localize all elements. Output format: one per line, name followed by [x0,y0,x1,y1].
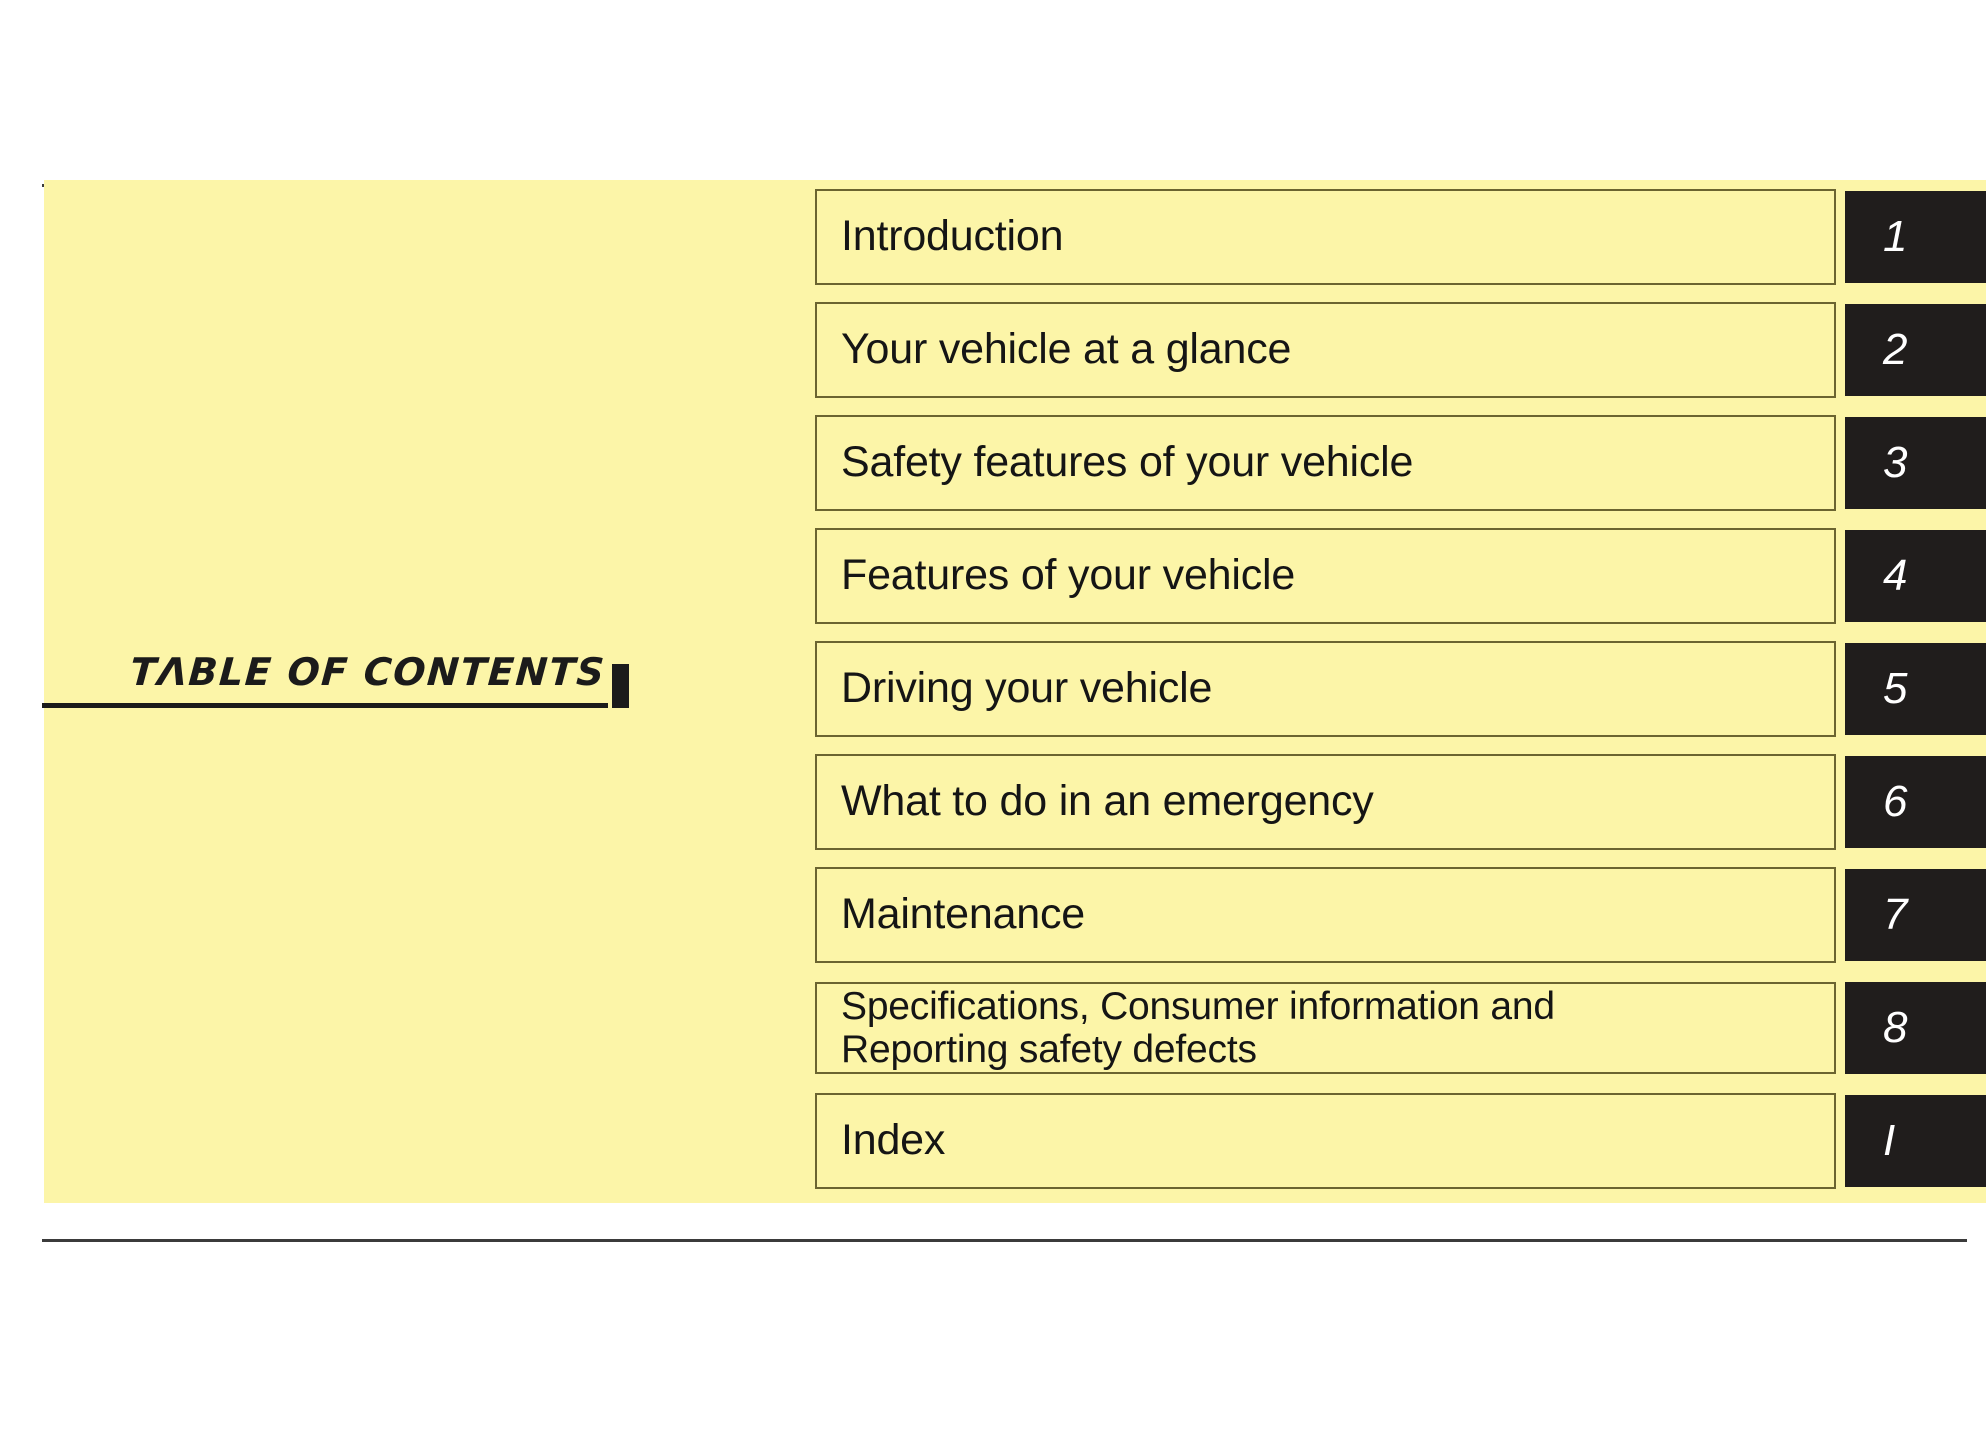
toc-entry-row: Driving your vehicle [815,632,1836,745]
toc-entry-row: Maintenance [815,858,1836,971]
toc-entry-label: Specifications, Consumer information and… [841,985,1555,1071]
toc-tab-row: 7 [1845,858,1986,971]
toc-tab-5[interactable]: 5 [1845,642,1986,735]
toc-entry-row: Your vehicle at a glance [815,293,1836,406]
toc-entry-6[interactable]: What to do in an emergency [815,753,1836,850]
toc-entry-label: Safety features of your vehicle [841,437,1414,486]
toc-tab-number: 4 [1883,550,1908,600]
page-title: TΛBLE OF CONTENTS [128,650,608,694]
page-title-block: TΛBLE OF CONTENTS [42,650,642,730]
toc-tab-row: 5 [1845,632,1986,745]
manual-toc-page: TΛBLE OF CONTENTS Introduction Your vehic… [0,0,1986,1430]
toc-entry-label: Your vehicle at a glance [841,324,1292,373]
toc-tab-row: 6 [1845,745,1986,858]
toc-tab-row: I [1845,1084,1986,1197]
toc-tab-number: 6 [1883,776,1908,826]
toc-tab-row: 2 [1845,293,1986,406]
toc-entry-8[interactable]: Specifications, Consumer information and… [815,981,1836,1074]
title-block-marker-icon [612,664,629,708]
toc-tab-row: 4 [1845,519,1986,632]
footer-rule [42,1239,1967,1242]
toc-tab-number: 3 [1883,437,1908,487]
toc-tab-number: I [1883,1115,1896,1165]
toc-entry-label: Index [841,1115,946,1164]
toc-entry-list: Introduction Your vehicle at a glance Safe… [815,180,1836,1197]
toc-tab-2[interactable]: 2 [1845,303,1986,396]
toc-entry-7[interactable]: Maintenance [815,866,1836,963]
toc-tab-number: 8 [1883,1002,1908,1052]
toc-tab-number: 1 [1883,211,1908,261]
toc-entry-label: Introduction [841,211,1064,260]
toc-entry-row: Introduction [815,180,1836,293]
toc-tab-number: 5 [1883,663,1908,713]
toc-entry-row: Index [815,1084,1836,1197]
toc-entry-row: Specifications, Consumer information and… [815,971,1836,1084]
title-underline [42,703,608,708]
toc-tab-8[interactable]: 8 [1845,981,1986,1074]
toc-tab-I[interactable]: I [1845,1094,1986,1187]
toc-tab-number: 7 [1883,889,1908,939]
toc-entry-label: Features of your vehicle [841,550,1296,599]
toc-tab-list: 1 2 3 4 5 6 7 8 I [1845,180,1986,1197]
toc-entry-label: What to do in an emergency [841,776,1374,825]
toc-tab-number: 2 [1883,324,1908,374]
toc-entry-row: Safety features of your vehicle [815,406,1836,519]
toc-tab-7[interactable]: 7 [1845,868,1986,961]
toc-entry-3[interactable]: Safety features of your vehicle [815,414,1836,511]
toc-entry-9[interactable]: Index [815,1092,1836,1189]
toc-entry-label: Driving your vehicle [841,663,1213,712]
toc-entry-row: Features of your vehicle [815,519,1836,632]
toc-entry-2[interactable]: Your vehicle at a glance [815,301,1836,398]
toc-entry-1[interactable]: Introduction [815,188,1836,285]
toc-tab-4[interactable]: 4 [1845,529,1986,622]
toc-tab-row: 3 [1845,406,1986,519]
toc-entry-row: What to do in an emergency [815,745,1836,858]
toc-tab-row: 8 [1845,971,1986,1084]
toc-entry-5[interactable]: Driving your vehicle [815,640,1836,737]
toc-tab-3[interactable]: 3 [1845,416,1986,509]
toc-entry-label: Maintenance [841,889,1086,938]
toc-tab-6[interactable]: 6 [1845,755,1986,848]
toc-tab-1[interactable]: 1 [1845,190,1986,283]
toc-entry-4[interactable]: Features of your vehicle [815,527,1836,624]
toc-tab-row: 1 [1845,180,1986,293]
